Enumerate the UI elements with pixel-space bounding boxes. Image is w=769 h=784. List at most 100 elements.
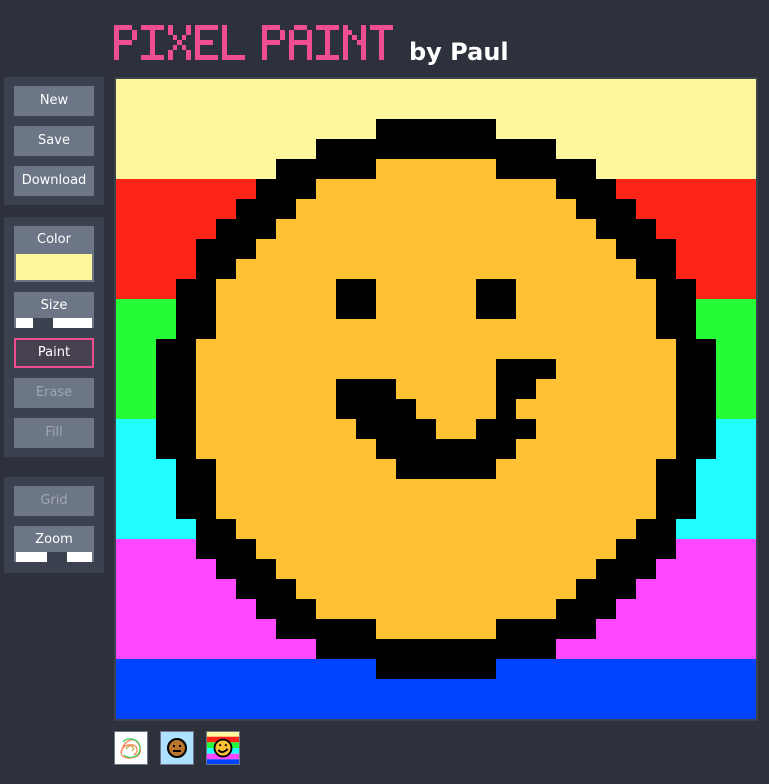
canvas-pixel[interactable] (396, 279, 416, 299)
canvas-pixel[interactable] (536, 459, 556, 479)
canvas-pixel[interactable] (516, 419, 536, 439)
canvas-pixel[interactable] (496, 399, 516, 419)
canvas-pixel[interactable] (716, 439, 736, 459)
canvas-pixel[interactable] (436, 379, 456, 399)
canvas-pixel[interactable] (156, 339, 176, 359)
canvas-pixel[interactable] (116, 419, 136, 439)
canvas-pixel[interactable] (596, 599, 616, 619)
canvas-pixel[interactable] (716, 219, 736, 239)
canvas-pixel[interactable] (196, 179, 216, 199)
canvas-pixel[interactable] (556, 419, 576, 439)
canvas-pixel[interactable] (636, 419, 656, 439)
canvas-pixel[interactable] (676, 519, 696, 539)
canvas-pixel[interactable] (636, 559, 656, 579)
canvas-pixel[interactable] (296, 179, 316, 199)
canvas-pixel[interactable] (516, 79, 536, 99)
canvas-pixel[interactable] (516, 199, 536, 219)
canvas-pixel[interactable] (716, 199, 736, 219)
canvas-pixel[interactable] (516, 179, 536, 199)
canvas-pixel[interactable] (316, 439, 336, 459)
canvas-pixel[interactable] (156, 659, 176, 679)
canvas-pixel[interactable] (736, 299, 756, 319)
canvas-pixel[interactable] (176, 99, 196, 119)
canvas-pixel[interactable] (156, 559, 176, 579)
canvas-pixel[interactable] (496, 219, 516, 239)
canvas-pixel[interactable] (456, 299, 476, 319)
canvas-pixel[interactable] (116, 699, 136, 719)
canvas-pixel[interactable] (116, 279, 136, 299)
canvas-pixel[interactable] (136, 179, 156, 199)
canvas-pixel[interactable] (656, 699, 676, 719)
canvas-pixel[interactable] (576, 139, 596, 159)
canvas-pixel[interactable] (336, 219, 356, 239)
canvas-pixel[interactable] (596, 579, 616, 599)
canvas-pixel[interactable] (696, 319, 716, 339)
canvas-pixel[interactable] (696, 599, 716, 619)
canvas-pixel[interactable] (416, 159, 436, 179)
canvas-pixel[interactable] (556, 279, 576, 299)
canvas-pixel[interactable] (336, 199, 356, 219)
canvas-pixel[interactable] (716, 319, 736, 339)
canvas-pixel[interactable] (576, 539, 596, 559)
canvas-pixel[interactable] (396, 339, 416, 359)
canvas-pixel[interactable] (376, 279, 396, 299)
canvas-pixel[interactable] (216, 399, 236, 419)
canvas-pixel[interactable] (576, 239, 596, 259)
canvas-pixel[interactable] (576, 299, 596, 319)
canvas-pixel[interactable] (516, 319, 536, 339)
canvas-pixel[interactable] (276, 159, 296, 179)
canvas-pixel[interactable] (396, 499, 416, 519)
canvas-pixel[interactable] (676, 219, 696, 239)
canvas-pixel[interactable] (616, 79, 636, 99)
download-button[interactable]: Download (14, 166, 94, 196)
canvas-pixel[interactable] (496, 599, 516, 619)
canvas-pixel[interactable] (316, 359, 336, 379)
canvas-pixel[interactable] (156, 359, 176, 379)
canvas-pixel[interactable] (716, 159, 736, 179)
canvas-pixel[interactable] (196, 259, 216, 279)
canvas-pixel[interactable] (616, 539, 636, 559)
canvas-pixel[interactable] (276, 399, 296, 419)
canvas-pixel[interactable] (236, 399, 256, 419)
canvas-pixel[interactable] (156, 619, 176, 639)
canvas-pixel[interactable] (256, 79, 276, 99)
zoom-control[interactable]: Zoom (14, 526, 94, 562)
canvas-pixel[interactable] (256, 159, 276, 179)
canvas-pixel[interactable] (336, 559, 356, 579)
canvas-pixel[interactable] (236, 139, 256, 159)
canvas-pixel[interactable] (356, 239, 376, 259)
canvas-pixel[interactable] (716, 239, 736, 259)
canvas-pixel[interactable] (436, 259, 456, 279)
canvas-pixel[interactable] (396, 399, 416, 419)
canvas-pixel[interactable] (196, 239, 216, 259)
canvas-pixel[interactable] (456, 99, 476, 119)
canvas-pixel[interactable] (156, 459, 176, 479)
canvas-pixel[interactable] (176, 459, 196, 479)
canvas-pixel[interactable] (396, 579, 416, 599)
canvas-pixel[interactable] (176, 519, 196, 539)
canvas-pixel[interactable] (416, 499, 436, 519)
canvas-pixel[interactable] (356, 479, 376, 499)
canvas-pixel[interactable] (136, 119, 156, 139)
canvas-pixel[interactable] (116, 379, 136, 399)
canvas-pixel[interactable] (336, 459, 356, 479)
canvas-pixel[interactable] (596, 519, 616, 539)
canvas-pixel[interactable] (376, 399, 396, 419)
canvas-pixel[interactable] (416, 339, 436, 359)
canvas-pixel[interactable] (116, 179, 136, 199)
canvas-pixel[interactable] (696, 539, 716, 559)
canvas-pixel[interactable] (596, 419, 616, 439)
canvas-pixel[interactable] (496, 339, 516, 359)
canvas-pixel[interactable] (176, 119, 196, 139)
canvas-pixel[interactable] (656, 579, 676, 599)
canvas-pixel[interactable] (596, 459, 616, 479)
canvas-pixel[interactable] (496, 379, 516, 399)
canvas-pixel[interactable] (276, 479, 296, 499)
canvas-pixel[interactable] (256, 239, 276, 259)
canvas-pixel[interactable] (276, 199, 296, 219)
canvas-pixel[interactable] (436, 579, 456, 599)
canvas-pixel[interactable] (276, 239, 296, 259)
canvas-pixel[interactable] (396, 379, 416, 399)
canvas-pixel[interactable] (556, 79, 576, 99)
canvas-pixel[interactable] (736, 659, 756, 679)
